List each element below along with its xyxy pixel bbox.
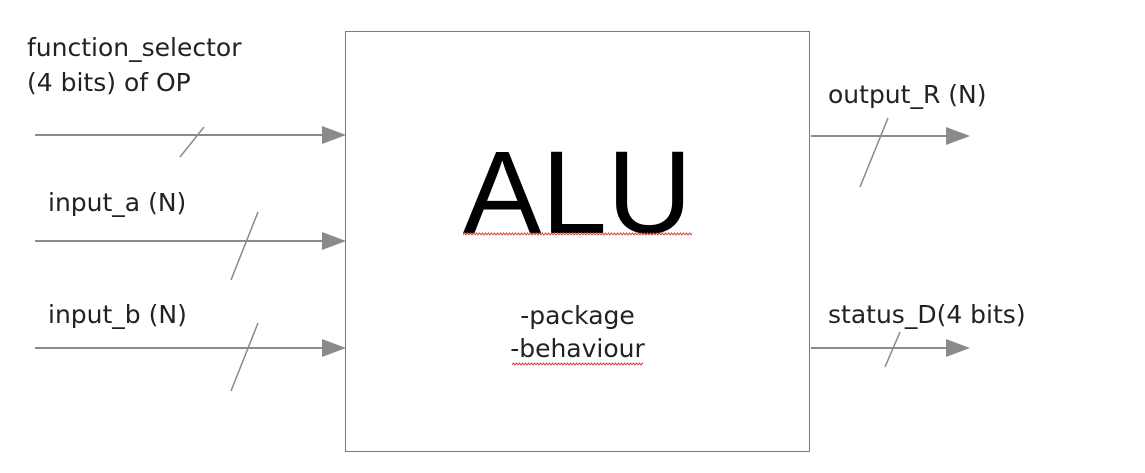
status-d-label: status_D(4 bits) bbox=[828, 300, 1026, 329]
status-d-wire bbox=[811, 331, 970, 368]
input-b-label: input_b (N) bbox=[48, 300, 187, 329]
input-a-label: input_a (N) bbox=[48, 188, 187, 217]
output-r-label: output_R (N) bbox=[828, 80, 987, 109]
output-r-bus-slash bbox=[859, 117, 889, 188]
input-b-arrow bbox=[322, 339, 346, 357]
spellcheck-underline bbox=[512, 362, 643, 366]
alu-title-row: ALU bbox=[346, 134, 809, 252]
status-d-bus-slash bbox=[884, 331, 901, 368]
alu-block: ALU -package -behaviour bbox=[345, 31, 810, 452]
status-d-arrow bbox=[946, 339, 970, 357]
function-selector-wire bbox=[35, 126, 346, 158]
function-selector-label-line-2: (4 bits) of OP bbox=[27, 68, 191, 97]
input-a-bus-slash bbox=[230, 211, 259, 281]
alu-behaviour-wrapper: -behaviour bbox=[510, 332, 645, 366]
function-selector-bus-slash bbox=[179, 126, 205, 158]
output-r-arrow bbox=[946, 127, 970, 145]
alu-title-wrapper: ALU bbox=[462, 134, 693, 252]
function-selector-arrow bbox=[322, 126, 346, 144]
output-r-wire bbox=[811, 117, 970, 188]
input-b-bus-slash bbox=[230, 322, 259, 392]
spellcheck-underline bbox=[462, 232, 693, 236]
alu-package-line: -package bbox=[520, 301, 635, 330]
alu-package-row: -package bbox=[346, 299, 809, 333]
function-selector-label-line-1: function_selector bbox=[27, 33, 242, 62]
input-b-wire bbox=[35, 322, 346, 392]
input-a-arrow bbox=[322, 232, 346, 250]
alu-behaviour-line: -behaviour bbox=[510, 334, 645, 363]
input-a-wire bbox=[35, 211, 346, 281]
alu-behaviour-row: -behaviour bbox=[346, 332, 809, 366]
